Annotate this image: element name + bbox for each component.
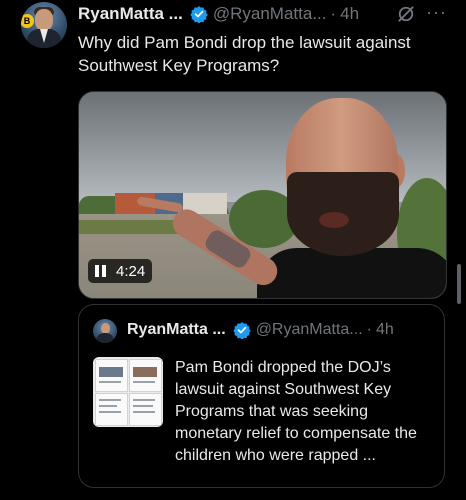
video-duration: 4:24 <box>116 262 146 280</box>
quoted-tweet[interactable]: RyanMatta ... @RyanMatta... · 4h Pam Bon… <box>78 304 445 488</box>
quoted-tweet-text: Pam Bondi dropped the DOJ’s lawsuit agai… <box>175 359 417 464</box>
author-handle[interactable]: @RyanMatta... <box>213 4 327 24</box>
video-control-chip[interactable]: 4:24 <box>88 259 153 283</box>
quoted-tweet-timestamp[interactable]: 4h <box>376 321 394 339</box>
tweet-header: RyanMatta ... @RyanMatta... · 4h <box>78 3 359 25</box>
quoted-author-handle[interactable]: @RyanMatta... <box>256 321 363 339</box>
verified-badge-icon <box>190 6 208 23</box>
avatar-badge: B <box>21 14 34 28</box>
quoted-tweet-header: RyanMatta ... @RyanMatta... · 4h <box>127 321 394 339</box>
author-avatar[interactable]: B <box>21 2 67 48</box>
separator-dot: · <box>330 4 337 23</box>
quoted-author-avatar[interactable] <box>93 319 117 343</box>
tweet-timestamp[interactable]: 4h <box>340 4 359 24</box>
tweet-text: Why did Pam Bondi drop the lawsuit again… <box>78 33 411 75</box>
pause-icon[interactable] <box>95 265 107 277</box>
quoted-author-name[interactable]: RyanMatta ... <box>127 321 226 339</box>
author-name[interactable]: RyanMatta ... <box>78 4 183 24</box>
grok-icon[interactable] <box>396 4 416 24</box>
scrollbar[interactable] <box>457 264 461 304</box>
more-icon[interactable]: ··· <box>426 2 447 23</box>
separator-dot: · <box>366 321 372 338</box>
verified-badge-icon <box>232 322 251 339</box>
quoted-media-thumbnail[interactable] <box>93 357 163 427</box>
